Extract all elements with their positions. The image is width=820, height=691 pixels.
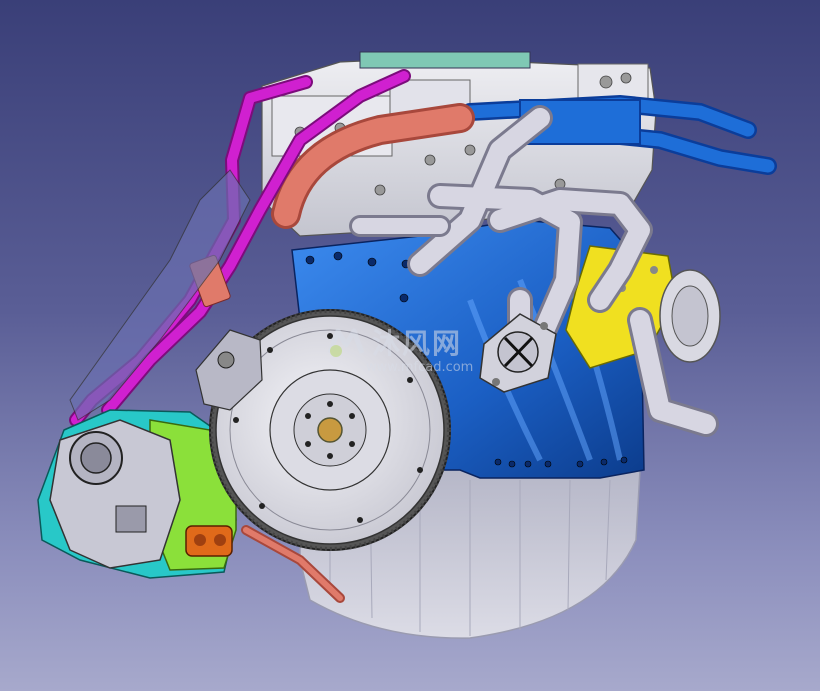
crank-sensor[interactable] bbox=[185, 525, 233, 557]
throttle-body[interactable] bbox=[49, 419, 181, 569]
engine-model-scene[interactable] bbox=[0, 0, 820, 691]
cad-viewport[interactable]: 沐风网 www.mfcad.com bbox=[0, 0, 820, 691]
